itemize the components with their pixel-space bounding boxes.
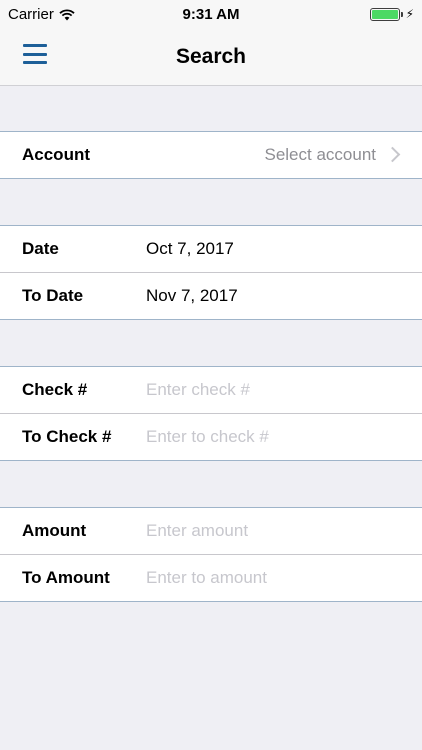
amount-label: Amount [22,521,87,540]
to-date-value[interactable]: Nov 7, 2017 [146,286,238,306]
check-number-input[interactable] [146,379,396,401]
to-check-label: To Check # [22,427,112,446]
navigation-bar: Search [0,28,422,86]
to-check-number-input[interactable] [146,426,396,448]
date-value[interactable]: Oct 7, 2017 [146,239,234,259]
to-date-label: To Date [22,286,84,305]
account-row[interactable]: Account Select account [0,132,422,178]
account-label: Account [22,145,90,164]
check-row: Check # [0,367,422,413]
account-group: Account Select account [0,131,422,179]
date-group: Date Oct 7, 2017 To Date Nov 7, 2017 [0,225,422,320]
amount-row: Amount [0,508,422,554]
status-time: 9:31 AM [182,6,240,23]
chevron-right-icon [384,146,401,163]
date-row[interactable]: Date Oct 7, 2017 [0,226,422,272]
to-check-row: To Check # [0,413,422,460]
page-title: Search [175,45,247,68]
to-amount-row: To Amount [0,554,422,601]
status-bar: Carrier 9:31 AM ⚡ [0,0,422,28]
check-label: Check # [22,380,88,399]
date-label: Date [22,239,59,258]
amount-group: Amount To Amount [0,507,422,602]
battery-icon [369,7,403,21]
to-amount-label: To Amount [22,568,110,587]
to-amount-input[interactable] [146,567,396,589]
amount-input[interactable] [146,520,396,542]
account-select-value: Select account [264,145,376,164]
check-group: Check # To Check # [0,366,422,461]
to-date-row[interactable]: To Date Nov 7, 2017 [0,272,422,319]
charging-bolt-icon: ⚡ [405,7,414,21]
status-right: ⚡ [369,7,414,21]
